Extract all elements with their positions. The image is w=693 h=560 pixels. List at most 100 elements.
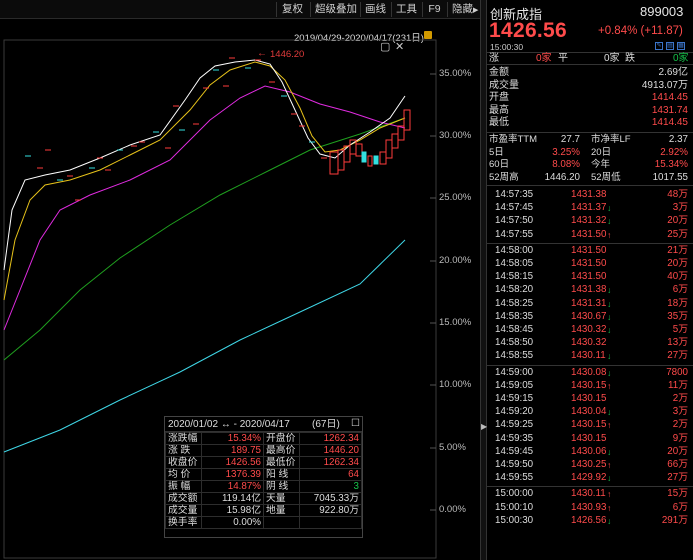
tick-time: 14:58:05 xyxy=(495,258,534,269)
tick-time: 14:57:50 xyxy=(495,215,534,227)
quote-field-row: 成交量 4913.07万 xyxy=(487,80,693,92)
metric-value: 1017.55 xyxy=(652,171,688,183)
tick-row[interactable]: 14:59:45 1430.06 ↓ 20万 xyxy=(487,446,693,458)
up-arrow-icon: ↑ xyxy=(607,229,612,240)
tick-time: 14:59:50 xyxy=(495,459,534,470)
tick-group-divider xyxy=(487,242,693,244)
tick-row[interactable]: 14:58:50 1430.32 13万 xyxy=(487,337,693,349)
y-label: 15.00% xyxy=(439,317,472,328)
stats-value: 14.87% xyxy=(201,480,264,493)
tick-row[interactable]: 15:00:10 1430.93 ↑ 6万 xyxy=(487,502,693,514)
field-label: 开盘 xyxy=(489,92,509,103)
tick-volume: 35万 xyxy=(667,310,688,322)
flat-count: 0家 xyxy=(604,53,620,64)
tick-volume: 3万 xyxy=(672,406,688,418)
tick-row[interactable]: 14:58:35 1430.67 ↓ 35万 xyxy=(487,311,693,323)
tick-row[interactable]: 14:59:35 1430.15 9万 xyxy=(487,433,693,445)
maximize-icon[interactable]: ▢ xyxy=(380,42,390,53)
peak-price-label: 1446.20 xyxy=(270,49,305,60)
tick-row[interactable]: 15:00:00 1430.11 ↑ 15万 xyxy=(487,488,693,500)
metric-row: 5日 3.25% 20日 2.92% xyxy=(487,147,693,159)
tick-price: 1430.04 xyxy=(571,406,607,418)
close-icon[interactable]: ✕ xyxy=(395,42,404,53)
tick-row[interactable]: 14:57:50 1431.32 ↓ 20万 xyxy=(487,215,693,227)
metric-row: 60日 8.08% 今年 15.34% xyxy=(487,159,693,171)
tick-price: 1431.50 xyxy=(571,244,607,256)
tick-time: 14:58:25 xyxy=(495,297,534,309)
interval-stats-box[interactable]: 2020/01/02 ↔ - 2020/04/17 (67日) ☐ 涨跌幅 15.… xyxy=(164,416,363,538)
tick-row[interactable]: 14:59:25 1430.15 ↑ 2万 xyxy=(487,419,693,431)
tick-row[interactable]: 14:58:15 1431.50 40万 xyxy=(487,271,693,283)
tick-row[interactable]: 14:59:05 1430.15 ↑ 11万 xyxy=(487,380,693,392)
tick-row[interactable]: 14:58:25 1431.31 ↓ 18万 xyxy=(487,298,693,310)
candle-body xyxy=(367,155,373,167)
up-arrow-icon: ↑ xyxy=(607,420,612,431)
stats-value: 64 xyxy=(299,468,362,481)
down-arrow-icon: ↓ xyxy=(607,407,612,418)
stats-value: 15.34% xyxy=(201,432,264,445)
advance-decline-row: 涨 0家 平 0家 跌 0家 xyxy=(487,52,693,65)
tick-row[interactable]: 14:59:55 1429.92 ↓ 27万 xyxy=(487,472,693,484)
tick-row[interactable]: 14:59:50 1430.25 ↑ 66万 xyxy=(487,459,693,471)
decline-count: 0家 xyxy=(673,53,689,64)
stats-key: 阳 线 xyxy=(263,468,300,481)
stats-row: 涨跌幅 15.34% 开盘价 1262.34 xyxy=(165,432,362,445)
tick-row[interactable]: 14:58:20 1431.38 ↓ 6万 xyxy=(487,284,693,296)
tick-volume: 20万 xyxy=(667,215,688,227)
tick-volume: 9万 xyxy=(672,432,688,444)
tick-row[interactable]: 14:58:55 1430.11 ↓ 27万 xyxy=(487,350,693,362)
tick-volume: 27万 xyxy=(667,472,688,484)
stats-row: 成交量 15.98亿 地量 922.80万 xyxy=(165,504,362,517)
tick-time: 14:58:15 xyxy=(495,271,534,283)
tick-row[interactable]: 14:58:00 1431.50 21万 xyxy=(487,245,693,257)
tick-time: 14:58:00 xyxy=(495,244,534,256)
tick-price: 1430.11 xyxy=(571,350,606,362)
down-arrow-icon: ↓ xyxy=(607,311,612,322)
stats-range[interactable]: 2020/01/02 ↔ - 2020/04/17 xyxy=(168,417,290,432)
metric-label: 20日 xyxy=(591,146,612,158)
metric-value: 2.92% xyxy=(660,146,688,158)
stats-key: 最低价 xyxy=(263,456,300,469)
metric-label: 市净率LF xyxy=(591,134,631,145)
stats-value: 1376.39 xyxy=(201,468,264,481)
edit-icon[interactable]: ✎ xyxy=(655,42,663,50)
tick-row[interactable]: 15:00:30 1426.56 ↓ 291万 xyxy=(487,515,693,527)
quote-field-row: 最高 1431.74 xyxy=(487,105,693,117)
down-arrow-icon: ↓ xyxy=(607,367,612,378)
tick-time: 14:58:45 xyxy=(495,324,534,335)
stats-value: 1262.34 xyxy=(299,456,362,469)
stats-row: 振 幅 14.87% 阴 线3 xyxy=(165,480,362,493)
tick-price: 1430.15 xyxy=(571,379,607,391)
down-arrow-icon: ↓ xyxy=(607,203,612,214)
metric-value: 8.08% xyxy=(552,159,580,170)
y-label: 0.00% xyxy=(439,504,466,515)
tick-price: 1430.32 xyxy=(571,324,607,335)
quote-time: 15:00:30 xyxy=(490,42,524,52)
tick-row[interactable]: 14:57:55 1431.50 ↑ 25万 xyxy=(487,229,693,241)
chart-icon[interactable]: ▤ xyxy=(666,42,674,50)
tick-volume: 20万 xyxy=(667,258,688,269)
grid-icon[interactable]: ▦ xyxy=(677,42,685,50)
tick-row[interactable]: 14:58:05 1431.50 20万 xyxy=(487,258,693,270)
tick-price: 1430.15 xyxy=(571,393,607,404)
down-arrow-icon: ↓ xyxy=(607,473,612,484)
tick-row[interactable]: 14:59:00 1430.08 ↓ 7800 xyxy=(487,367,693,379)
advance-count: 0家 xyxy=(536,53,552,64)
down-arrow-icon: ↓ xyxy=(607,351,612,362)
tick-time: 15:00:30 xyxy=(495,514,534,526)
tick-price: 1431.38 xyxy=(571,284,607,296)
field-label: 最低 xyxy=(489,117,509,128)
stats-header: 2020/01/02 ↔ - 2020/04/17 (67日) ☐ xyxy=(165,417,362,432)
field-label: 成交量 xyxy=(489,79,519,91)
tick-row[interactable]: 14:57:35 1431.38 48万 xyxy=(487,189,693,201)
tick-price: 1430.93 xyxy=(571,501,607,513)
tick-price: 1430.15 xyxy=(571,419,607,431)
tick-row[interactable]: 14:57:45 1431.37 ↓ 3万 xyxy=(487,202,693,214)
tick-row[interactable]: 14:59:15 1430.15 2万 xyxy=(487,393,693,405)
close-icon[interactable]: ☐ xyxy=(351,416,360,431)
panel-splitter[interactable] xyxy=(480,0,487,560)
candle-body xyxy=(373,155,379,165)
tick-row[interactable]: 14:58:45 1430.32 ↓ 5万 xyxy=(487,324,693,336)
tick-row[interactable]: 14:59:20 1430.04 ↓ 3万 xyxy=(487,406,693,418)
stats-row: 均 价 1376.39 阳 线 64 xyxy=(165,468,362,481)
